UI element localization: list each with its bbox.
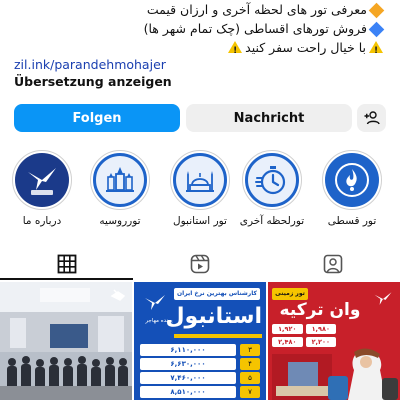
follow-button[interactable]: Folgen [14, 104, 180, 132]
russia-kremlin-icon [106, 167, 134, 192]
post-office-photo[interactable] [0, 282, 132, 400]
post-tag: تور زمینی [272, 288, 308, 300]
brand-logo-icon [145, 295, 165, 310]
suggest-user-button[interactable] [357, 104, 386, 132]
tab-tagged[interactable] [266, 250, 399, 278]
traveler-woman-image [272, 348, 398, 400]
translate-link[interactable]: Übersetzung anzeigen [14, 74, 172, 89]
bio-link[interactable]: zil.ink/parandehmohajer [14, 57, 166, 72]
tour-installment-icon [335, 163, 369, 197]
van-price-list: ۱,۹۲۰ ۱,۹۸۰ ۲,۴۸۰ ۲,۲۰۰ [272, 324, 336, 347]
price-row: ۶,۱۱۰,۰۰۰ ۳ [140, 344, 260, 356]
warning-icon [228, 41, 243, 57]
reels-icon [190, 254, 209, 274]
orange-diamond-icon [368, 2, 385, 19]
istanbul-mosque-icon [186, 171, 214, 192]
post-header-banner: کارشناس بهترین نرخ ایران [174, 288, 260, 300]
active-tab-indicator [0, 278, 133, 280]
message-button[interactable]: Nachricht [186, 104, 352, 132]
post-van-turkey-tour[interactable]: تور زمینی وان ترکیه ۱,۹۲۰ ۱,۹۸۰ ۲,۴۸۰ ۲,… [268, 282, 400, 400]
highlight-tour-installment[interactable]: تور قسطی [318, 150, 386, 227]
bio-line-1: معرفی تور های لحظه آخری و ارزان قیمت [14, 0, 386, 19]
highlight-about-us[interactable]: درباره ما [8, 150, 76, 227]
price-table: ۶,۱۱۰,۰۰۰ ۳ ۶,۶۳۰,۰۰۰ ۴ ۷,۴۶۰,۰۰۰ ۵ ۸,۵۱… [140, 344, 260, 400]
profile-bio: معرفی تور های لحظه آخری و ارزان قیمت فرو… [14, 0, 386, 57]
brand-logo-icon [374, 292, 392, 305]
tagged-icon [323, 254, 342, 274]
tab-posts[interactable] [0, 250, 133, 278]
bio-line-3: با خیال راحت سفر کنید [14, 38, 386, 57]
price-row: ۷,۴۶۰,۰۰۰ ۵ [140, 372, 260, 384]
warning-icon [369, 41, 383, 57]
brand-logo-icon [28, 168, 56, 195]
price-row: ۸,۵۱۰,۰۰۰ ۷ [140, 386, 260, 398]
blue-diamond-icon [368, 21, 385, 38]
highlight-russia[interactable]: تورروسیه [86, 150, 154, 227]
profile-tabs [0, 250, 400, 280]
highlight-istanbul[interactable]: تور استانبول [166, 150, 234, 227]
add-person-icon [364, 111, 380, 125]
grid-icon [57, 254, 76, 274]
post-destination-title: وان ترکیه [279, 300, 361, 320]
post-istanbul-tour[interactable]: کارشناس بهترین نرخ ایران پرنده مهاجر است… [134, 282, 266, 400]
office-photo-image [0, 282, 132, 400]
tab-reels[interactable] [133, 250, 266, 278]
highlight-last-minute[interactable]: تورلحظه آخری [238, 150, 306, 227]
price-row: ۶,۶۳۰,۰۰۰ ۴ [140, 358, 260, 370]
post-grid: کارشناس بهترین نرخ ایران پرنده مهاجر است… [0, 282, 400, 400]
post-city-title: استانبول [165, 304, 262, 329]
bio-line-2: فروش تورهای اقساطی (چک تمام شهر ها) [14, 19, 386, 38]
last-minute-stopwatch-icon [255, 166, 286, 195]
story-highlights: تور قسطی تورلحظه آخری تور استانبول توررو… [0, 150, 400, 230]
